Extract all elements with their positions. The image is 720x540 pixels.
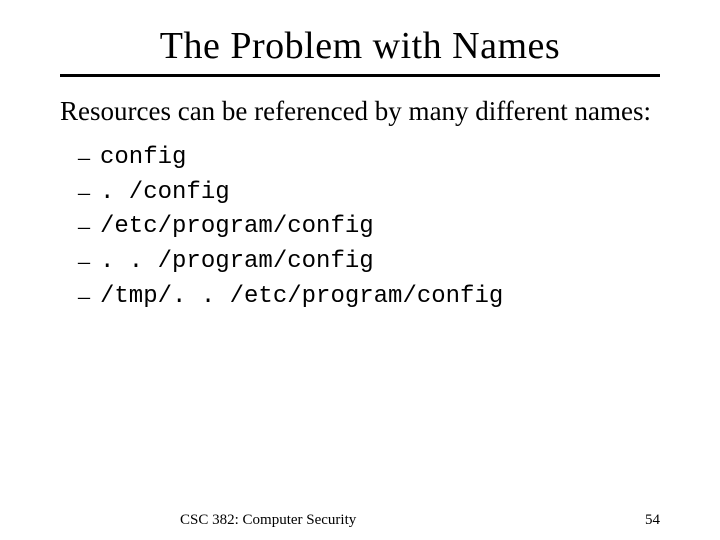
intro-text: Resources can be referenced by many diff… xyxy=(60,95,660,129)
path-list: config . /config /etc/program/config . .… xyxy=(78,141,660,315)
list-item: /etc/program/config xyxy=(78,210,660,245)
slide: The Problem with Names Resources can be … xyxy=(0,0,720,540)
list-item: /tmp/. . /etc/program/config xyxy=(78,280,660,315)
list-item: config xyxy=(78,141,660,176)
list-item: . . /program/config xyxy=(78,245,660,280)
title-rule xyxy=(60,74,660,77)
footer-course: CSC 382: Computer Security xyxy=(180,512,356,529)
list-item: . /config xyxy=(78,176,660,211)
slide-title: The Problem with Names xyxy=(60,24,660,68)
footer-page-number: 54 xyxy=(645,512,660,529)
